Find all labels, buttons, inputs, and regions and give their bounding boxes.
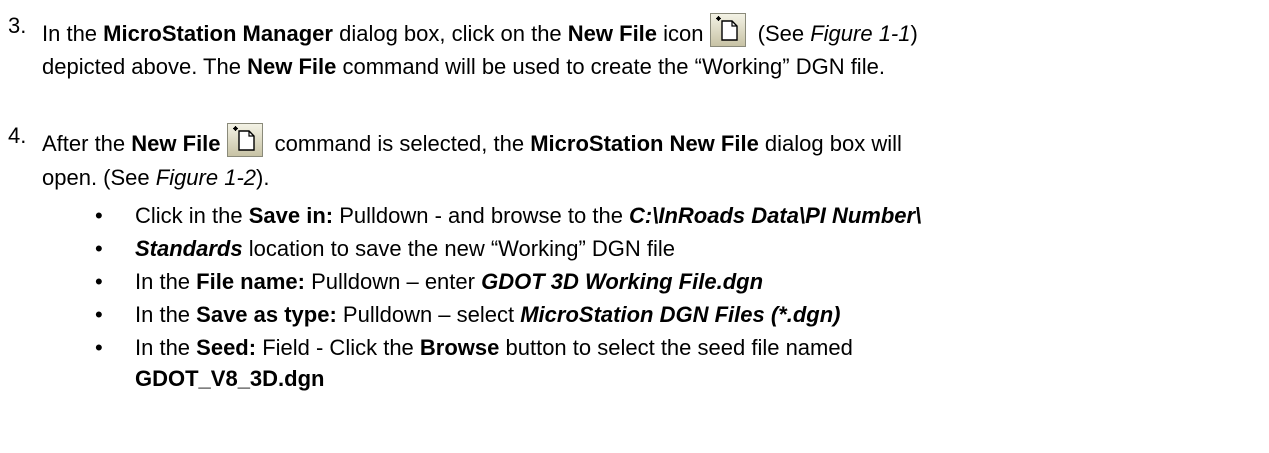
bullet-item-save-in: Click in the Save in: Pulldown - and bro… (135, 203, 922, 228)
bullet-glyph: • (95, 335, 103, 360)
seed-file-name: GDOT_V8_3D.dgn (135, 366, 325, 391)
step-3-line-2: depicted above. The New File command wil… (42, 54, 885, 79)
step-3-number: 3. (8, 13, 27, 38)
bullet-item-file-name: In the File name: Pulldown – enter GDOT … (135, 269, 764, 294)
new-file-icon (709, 13, 746, 47)
step-4-line-2: open. (See Figure 1-2). (42, 165, 270, 190)
bullet-glyph: • (95, 302, 103, 327)
bullet-item-standards: Standards location to save the new “Work… (135, 236, 676, 261)
step-4-number: 4. (8, 123, 27, 148)
bullet-item-seed: In the Seed: Field - Click the Browse bu… (135, 335, 853, 360)
bullet-glyph: • (95, 203, 103, 228)
new-file-icon-inline (226, 123, 263, 157)
bullet-item-save-as-type: In the Save as type: Pulldown – select M… (135, 302, 841, 327)
step-3-line-1: In the MicroStation Manager dialog box, … (42, 13, 1260, 47)
step-4-line-1: After the New File command is selected, … (42, 123, 902, 157)
bullet-glyph: • (95, 269, 103, 294)
document-page: { "steps": [ { "number": "3.", "line1": … (0, 0, 1269, 453)
bullet-glyph: • (95, 236, 103, 261)
